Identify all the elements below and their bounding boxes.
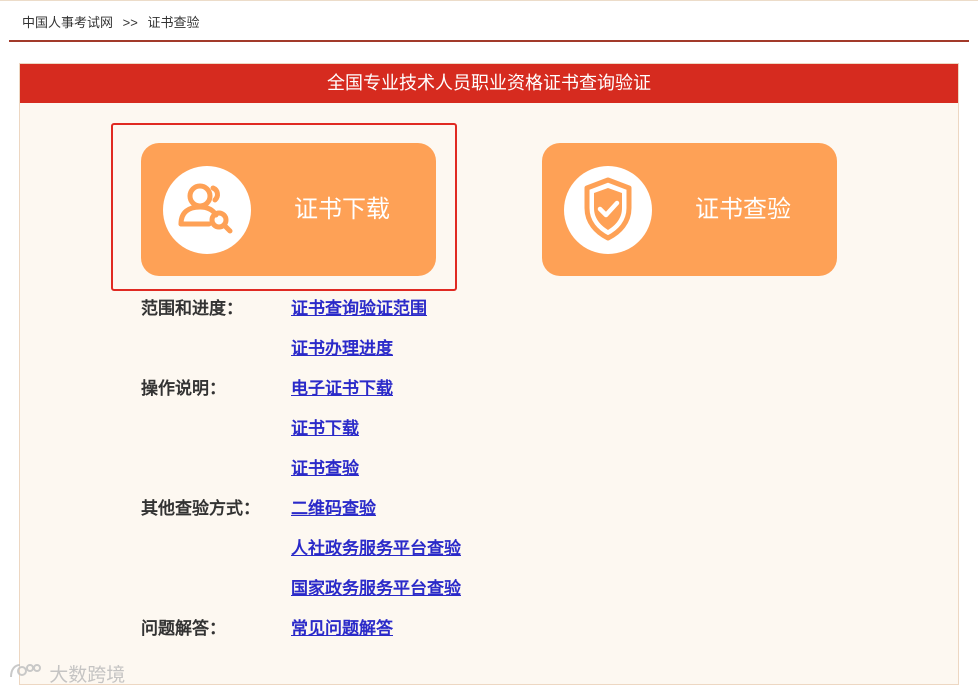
breadcrumb-home-link[interactable]: 中国人事考试网 (22, 15, 113, 30)
user-search-icon (163, 166, 251, 254)
other-methods-label: 其他查验方式： (141, 499, 260, 518)
faq-label: 问题解答： (141, 619, 226, 638)
watermark-logo-icon (8, 661, 42, 687)
national-platform-verify-link[interactable]: 国家政务服务平台查验 (291, 574, 461, 599)
certificate-download-tile[interactable]: 证书下载 (141, 143, 436, 276)
certificate-download-guide-link[interactable]: 证书下载 (291, 414, 359, 439)
guide-label: 操作说明： (141, 379, 226, 398)
certificate-progress-link[interactable]: 证书办理进度 (291, 334, 393, 359)
breadcrumb: 中国人事考试网 >> 证书查验 (22, 12, 203, 31)
qr-code-verify-link[interactable]: 二维码查验 (291, 494, 376, 519)
certificate-verify-guide-link[interactable]: 证书查验 (291, 454, 359, 479)
top-border (0, 0, 978, 1)
e-certificate-download-link[interactable]: 电子证书下载 (291, 374, 393, 399)
certificate-panel: 全国专业技术人员职业资格证书查询验证 证书下载 证书查验 范围和进度： 证书查询… (19, 63, 959, 685)
scope-range-link[interactable]: 证书查询验证范围 (291, 294, 427, 319)
breadcrumb-divider (9, 40, 969, 42)
certificate-verify-tile[interactable]: 证书查验 (542, 143, 837, 276)
certificate-verify-label: 证书查验 (695, 196, 791, 223)
watermark: 大数跨境 (8, 660, 125, 687)
breadcrumb-separator: >> (122, 15, 138, 30)
certificate-download-label: 证书下载 (294, 196, 390, 223)
faq-link[interactable]: 常见问题解答 (291, 614, 393, 639)
watermark-text: 大数跨境 (49, 665, 126, 686)
panel-title: 全国专业技术人员职业资格证书查询验证 (20, 64, 958, 103)
scope-label: 范围和进度： (141, 299, 243, 318)
shield-check-icon (564, 166, 652, 254)
hrss-platform-verify-link[interactable]: 人社政务服务平台查验 (291, 534, 461, 559)
breadcrumb-current: 证书查验 (147, 15, 200, 30)
